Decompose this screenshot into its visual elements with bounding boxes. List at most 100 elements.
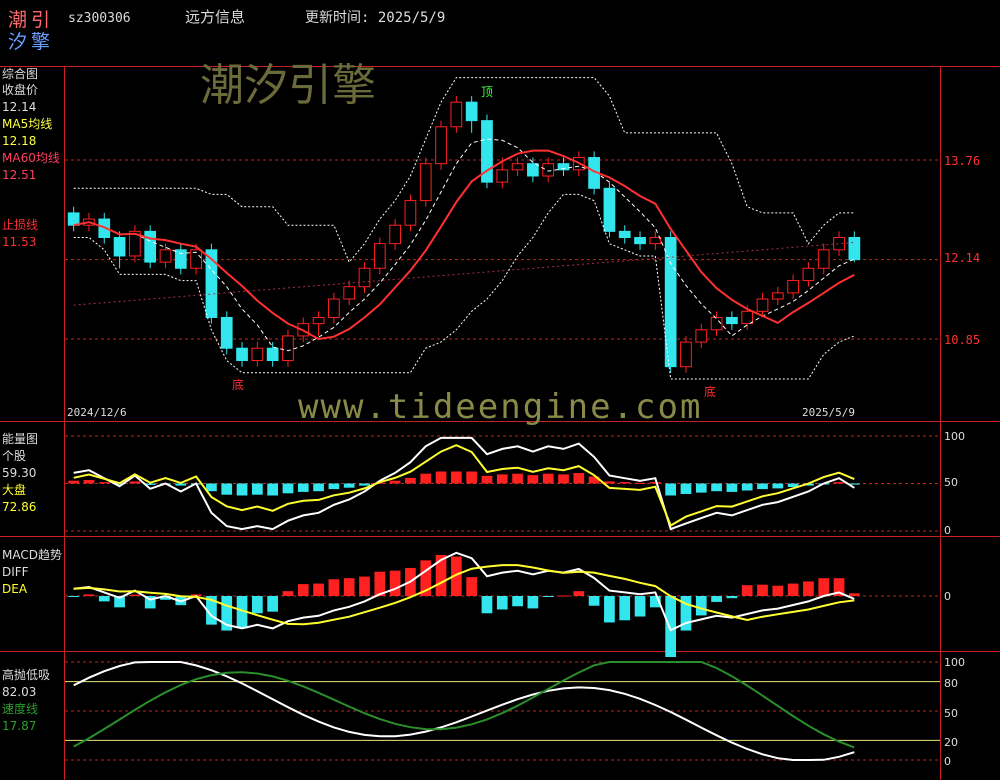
macd-bar bbox=[634, 596, 646, 617]
update-time: 更新时间: 2025/5/9 bbox=[305, 10, 445, 26]
macd-bar bbox=[588, 596, 600, 606]
candle-body bbox=[435, 126, 447, 165]
energy-bar bbox=[680, 483, 692, 494]
energy-bar bbox=[359, 483, 370, 486]
candle-body bbox=[802, 267, 815, 282]
candle-body bbox=[174, 249, 187, 269]
stock-name: 远方信息 bbox=[185, 8, 245, 26]
y-tick-1085: 10.85 bbox=[944, 333, 980, 347]
energy-bar bbox=[619, 482, 631, 484]
macd-bar bbox=[98, 596, 110, 602]
energy-bar bbox=[542, 473, 554, 484]
macd-bar bbox=[573, 591, 585, 596]
macd-bar bbox=[695, 596, 707, 616]
candle-body bbox=[511, 163, 524, 171]
macd-bar bbox=[313, 583, 324, 596]
energy-bar bbox=[757, 483, 768, 490]
legend-ma5-label: MA5均线 bbox=[2, 117, 52, 131]
macd-bar bbox=[527, 596, 539, 609]
macd-bar bbox=[741, 585, 753, 596]
p4-tick-50: 50 bbox=[944, 707, 958, 720]
logo-line1: 潮引 bbox=[8, 9, 54, 31]
candle-body bbox=[220, 316, 233, 349]
p4-tick-20: 20 bbox=[944, 736, 958, 749]
energy-bar bbox=[496, 474, 508, 484]
energy-bar bbox=[68, 480, 80, 484]
candle-body bbox=[787, 280, 799, 294]
candle-body bbox=[159, 249, 172, 263]
p3-tick-0: 0 bbox=[944, 590, 951, 603]
macd-bar bbox=[359, 576, 370, 596]
energy-bar bbox=[83, 480, 95, 484]
y-tick-1376: 13.76 bbox=[944, 154, 980, 168]
candle-body bbox=[817, 249, 830, 269]
legend-ma60-label: MA60均线 bbox=[2, 151, 60, 165]
candle-body bbox=[664, 237, 677, 368]
upper-channel bbox=[73, 77, 855, 264]
candle-body bbox=[282, 335, 294, 362]
logo: 潮引 汐擎 bbox=[8, 9, 54, 53]
macd-bar bbox=[803, 581, 814, 596]
p4-tick-0: 0 bbox=[944, 755, 951, 768]
energy-bar bbox=[267, 483, 279, 496]
macd-bar bbox=[818, 578, 830, 596]
energy-bar bbox=[711, 483, 722, 492]
annotation-top: 顶 bbox=[481, 85, 493, 99]
speed-line bbox=[73, 661, 855, 749]
energy-bar bbox=[435, 471, 447, 484]
candle-body bbox=[450, 101, 463, 128]
energy-bar bbox=[236, 483, 248, 496]
candle-body bbox=[266, 347, 279, 362]
x-label-end: 2025/5/9 bbox=[802, 406, 855, 419]
legend-value-1: 82.03 bbox=[2, 685, 36, 699]
p2-tick-100: 100 bbox=[944, 430, 965, 443]
macd-bar bbox=[83, 594, 95, 596]
legend-ma60-value: 12.51 bbox=[2, 168, 36, 182]
macd-bar bbox=[619, 596, 631, 621]
legend-stoploss-label: 止损线 bbox=[2, 218, 38, 232]
energy-bar bbox=[512, 473, 523, 484]
candle-body bbox=[404, 200, 417, 226]
energy-bar bbox=[604, 481, 615, 484]
macd-bar bbox=[787, 583, 799, 596]
energy-bar bbox=[297, 483, 309, 492]
x-label-start: 2024/12/6 bbox=[67, 406, 127, 419]
energy-bar bbox=[221, 483, 233, 495]
annotation-bottom-2: 底 bbox=[704, 384, 716, 399]
candle-body bbox=[680, 341, 692, 368]
macd-bar bbox=[711, 596, 722, 602]
macd-bar bbox=[604, 596, 615, 623]
p4-tick-100: 100 bbox=[944, 656, 965, 669]
energy-bar bbox=[695, 483, 707, 493]
energy-bar bbox=[466, 471, 478, 484]
watermark-url: www.tideengine.com bbox=[298, 387, 702, 427]
legend-speed-label: 速度线 bbox=[2, 701, 38, 716]
energy-bar bbox=[527, 475, 539, 484]
candle-body bbox=[113, 237, 126, 257]
energy-bar bbox=[98, 482, 110, 484]
energy-bar bbox=[649, 482, 661, 484]
energy-bar bbox=[389, 480, 401, 484]
macd-bar bbox=[726, 596, 738, 599]
candle-body bbox=[328, 298, 340, 318]
macd-bar bbox=[297, 584, 309, 596]
macd-bar bbox=[129, 594, 141, 596]
candle-body bbox=[603, 187, 616, 232]
legend-close-value: 12.14 bbox=[2, 100, 36, 114]
legend-market-label: 大盘 bbox=[2, 482, 26, 497]
macd-bar bbox=[772, 585, 784, 596]
annotation-bottom-1: 底 bbox=[232, 377, 244, 392]
logo-line2: 汐擎 bbox=[8, 31, 54, 53]
y-tick-1214: 12.14 bbox=[944, 251, 980, 265]
candle-body bbox=[649, 237, 662, 245]
energy-bar bbox=[129, 481, 141, 484]
candle-body bbox=[634, 237, 646, 245]
energy-bar bbox=[573, 473, 585, 484]
macd-bar bbox=[481, 596, 493, 614]
candle-body bbox=[343, 286, 356, 300]
energy-bar bbox=[833, 482, 845, 484]
p4-tick-80: 80 bbox=[944, 677, 958, 690]
macd-bar bbox=[665, 596, 677, 658]
macd-bar bbox=[389, 570, 401, 596]
energy-bar bbox=[328, 483, 340, 490]
